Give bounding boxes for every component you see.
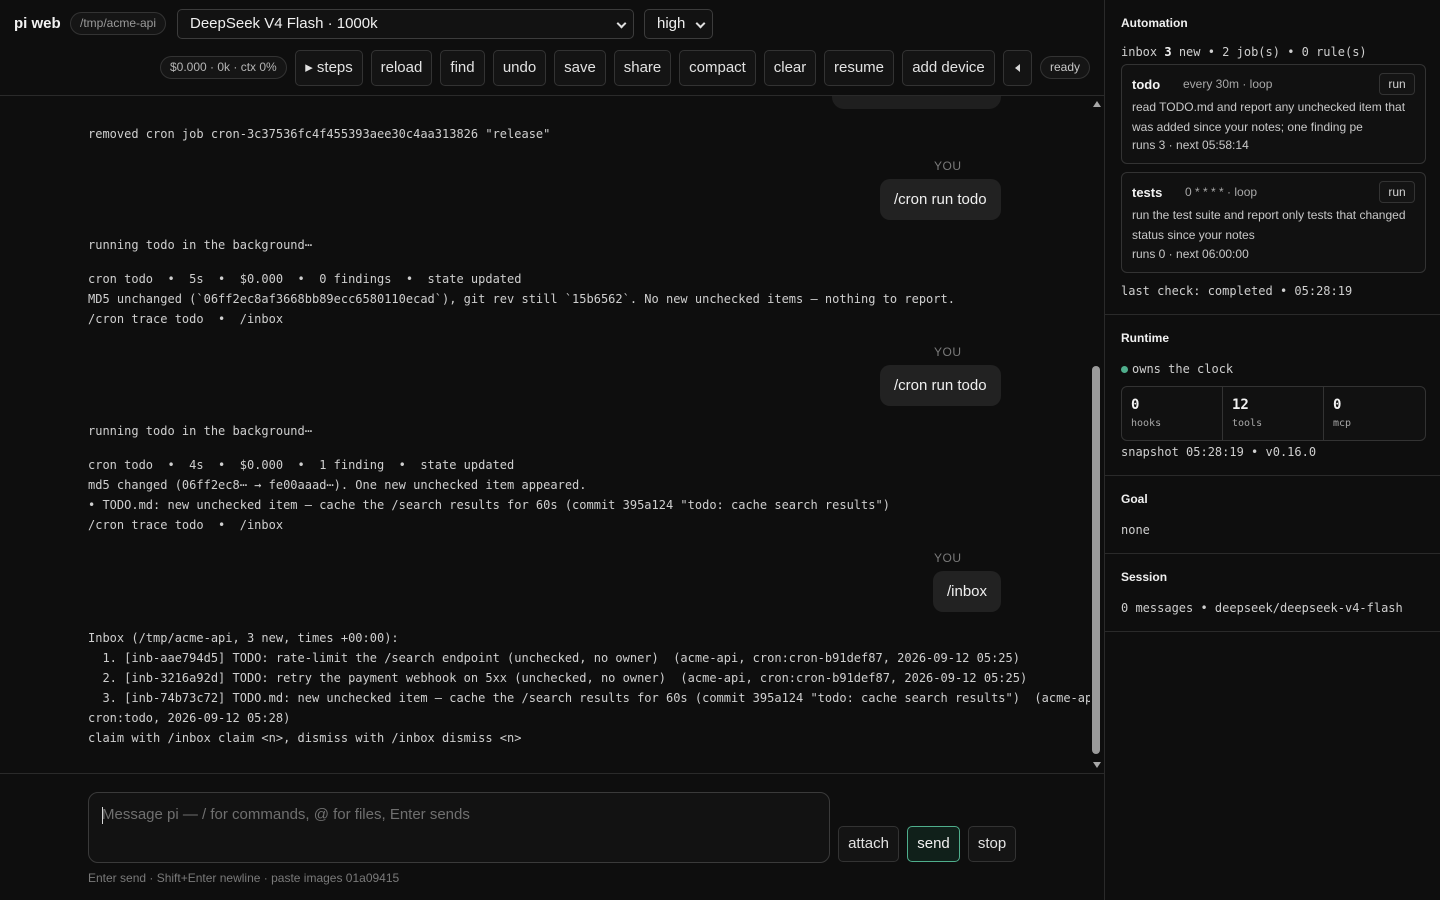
reload-button[interactable]: reload [371,50,432,86]
job-name: todo [1132,77,1161,92]
attach-button[interactable]: attach [838,826,899,862]
scroll-down-icon[interactable] [1093,762,1101,768]
compact-button[interactable]: compact [679,50,756,86]
user-label: YOU [934,551,962,565]
job-card-todo: todo every 30m · loop run read TODO.md a… [1121,64,1426,164]
clock-label: owns the clock [1132,362,1234,376]
message-scrollbar[interactable] [1090,96,1104,773]
stat-label: tools [1232,418,1263,429]
stat-value: 0 [1333,397,1342,413]
stat-value: 0 [1131,397,1140,413]
divider [1105,553,1440,554]
user-message-bubble: /cron run todo [880,365,1001,406]
job-runs: runs 0 · next 06:00:00 [1132,247,1249,261]
undo-button[interactable]: undo [493,50,546,86]
status-badge: ready [1040,56,1090,79]
snapshot-info: snapshot 05:28:19 • v0.16.0 [1121,445,1317,459]
message-list[interactable]: removed cron job cron-3c37536fc4f455393a… [0,96,1090,773]
add-device-button[interactable]: add device [902,50,995,86]
system-message: running todo in the background⋯ [88,238,312,252]
app-root: pi web /tmp/acme-api DeepSeek V4 Flash ·… [0,0,1440,900]
caret-down-icon [695,18,706,29]
share-button[interactable]: share [614,50,671,86]
job-description: run the test suite and report only tests… [1132,208,1406,242]
workspace-path-badge: /tmp/acme-api [70,12,167,35]
composer-hint: Enter send · Shift+Enter newline · paste… [88,871,400,885]
sidebar: Automation inbox 3 new • 2 job(s) • 0 ru… [1104,0,1440,900]
effort-select-value: high [657,15,686,32]
session-title: Session [1121,570,1168,584]
user-label: YOU [934,159,962,173]
job-schedule: 0 * * * * · loop [1185,185,1258,199]
stat-label: mcp [1333,418,1352,429]
save-button[interactable]: save [554,50,606,86]
clock-status: owns the clock [1121,362,1233,376]
status-dot-icon [1121,366,1128,373]
collapse-sidebar-button[interactable] [1003,50,1032,86]
system-message: cron todo • 4s • $0.000 • 1 finding • st… [88,458,890,532]
user-message-bubble: /cron run todo [880,179,1001,220]
inbox-count: 3 [1164,45,1172,59]
job-name: tests [1132,185,1163,200]
send-button[interactable]: send [907,826,960,862]
automation-title: Automation [1121,16,1188,30]
stat-value: 12 [1232,397,1249,413]
session-value: 0 messages • deepseek/deepseek-v4-flash [1121,601,1403,615]
stat-hooks: 0 hooks [1122,387,1223,440]
system-message: running todo in the background⋯ [88,424,312,438]
scroll-up-icon[interactable] [1093,101,1101,107]
goal-title: Goal [1121,492,1148,506]
message-input[interactable]: Message pi — / for commands, @ for files… [88,792,830,863]
header-bar: pi web /tmp/acme-api DeepSeek V4 Flash ·… [0,0,1104,96]
divider [1105,475,1440,476]
composer: Message pi — / for commands, @ for files… [0,773,1104,900]
runtime-title: Runtime [1121,331,1169,345]
summary-suffix: new • 2 job(s) • 0 rule(s) [1171,45,1367,59]
stat-mcp: 0 mcp [1324,387,1425,440]
run-job-button[interactable]: run [1379,73,1415,95]
goal-value: none [1121,523,1150,537]
divider [1105,631,1440,632]
effort-select[interactable]: high [644,9,713,39]
message-input-placeholder: Message pi — / for commands, @ for files… [102,806,470,823]
system-message: cron todo • 5s • $0.000 • 0 findings • s… [88,272,955,326]
job-description: read TODO.md and report any unchecked it… [1132,100,1406,134]
job-card-tests: tests 0 * * * * · loop run run the test … [1121,172,1426,273]
clear-button[interactable]: clear [764,50,816,86]
job-schedule: every 30m · loop [1183,77,1273,91]
last-check: last check: completed • 05:28:19 [1121,284,1353,298]
collapse-left-icon [1015,64,1020,73]
stat-label: hooks [1131,418,1162,429]
scroll-thumb[interactable] [1092,366,1100,754]
divider [1105,314,1440,315]
stat-tools: 12 tools [1223,387,1324,440]
model-select[interactable]: DeepSeek V4 Flash · 1000k [177,9,634,39]
summary-prefix: inbox [1121,45,1165,59]
caret-down-icon [616,18,627,29]
chat-pane: pi web /tmp/acme-api DeepSeek V4 Flash ·… [0,0,1104,900]
runtime-stats: 0 hooks 12 tools 0 mcp [1121,386,1426,441]
cost-badge: $0.000 · 0k · ctx 0% [160,56,287,79]
previous-message-bubble [832,96,1001,109]
user-label: YOU [934,345,962,359]
system-message: removed cron job cron-3c37536fc4f455393a… [88,127,551,141]
resume-button[interactable]: resume [824,50,894,86]
run-job-button[interactable]: run [1379,181,1415,203]
model-select-value: DeepSeek V4 Flash · 1000k [190,15,378,32]
stop-button[interactable]: stop [968,826,1016,862]
inbox-message: Inbox (/tmp/acme-api, 3 new, times +00:0… [88,631,1090,745]
find-button[interactable]: find [440,50,485,86]
text-cursor [102,807,103,824]
brand-title: pi web [14,15,61,32]
automation-summary: inbox 3 new • 2 job(s) • 0 rule(s) [1121,45,1367,59]
job-runs: runs 3 · next 05:58:14 [1132,138,1249,152]
steps-button[interactable]: ▸ steps [295,50,363,86]
user-message-bubble: /inbox [933,571,1002,612]
